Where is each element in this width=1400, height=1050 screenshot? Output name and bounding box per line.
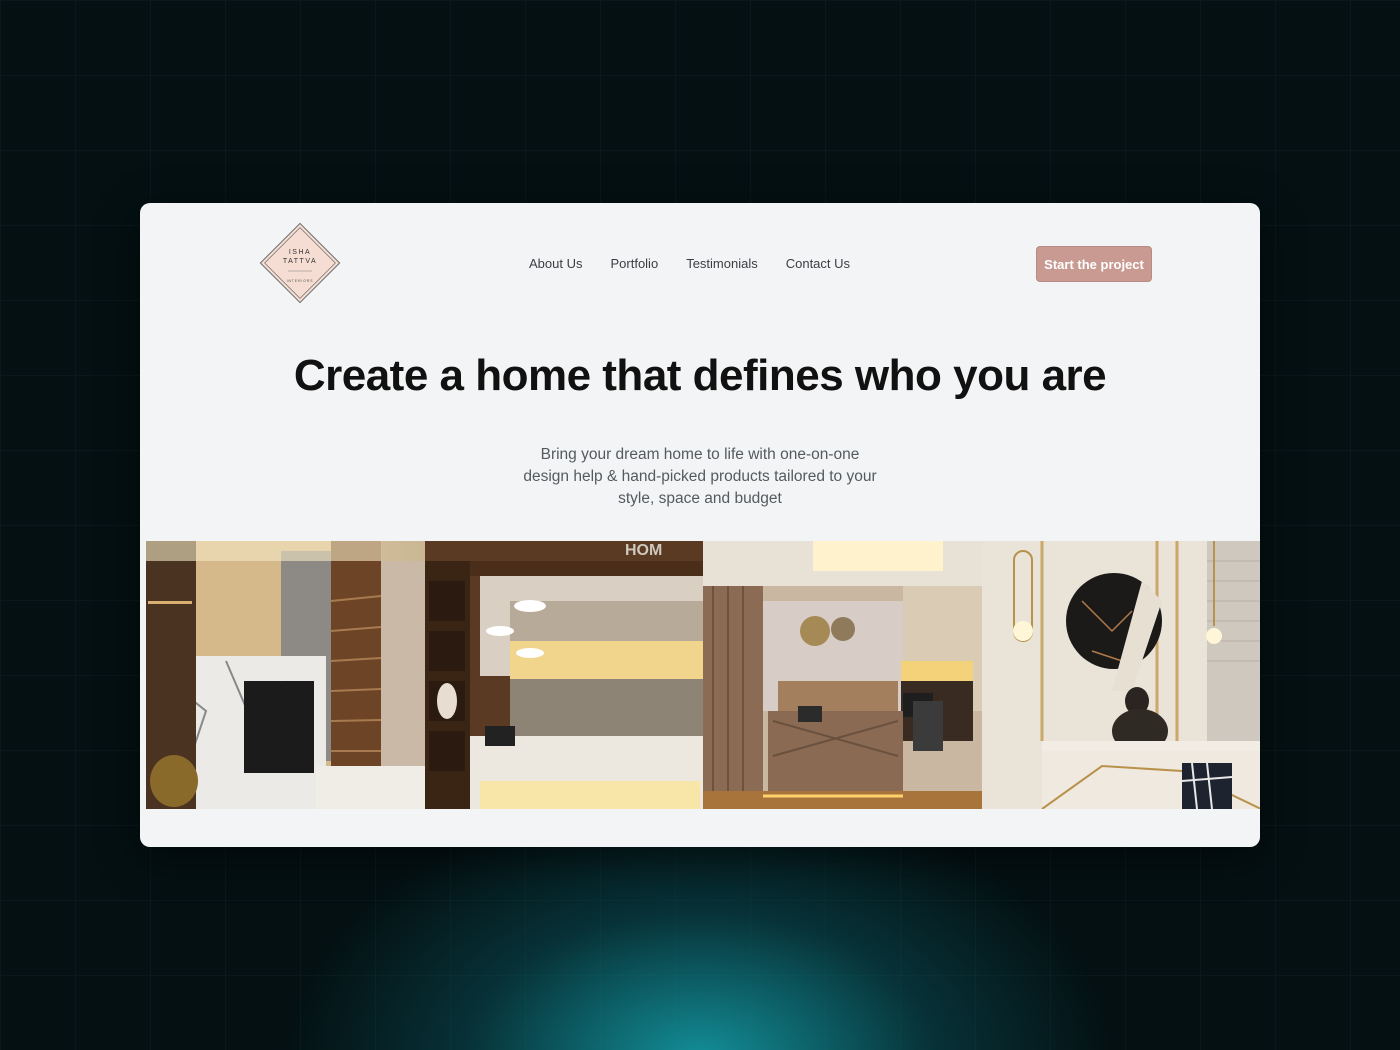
gallery-photo-kitchen[interactable]: HOM bbox=[424, 541, 703, 809]
main-nav: About Us Portfolio Testimonials Contact … bbox=[529, 256, 850, 271]
gallery-photo-bedroom[interactable] bbox=[703, 541, 982, 809]
nav-about-us[interactable]: About Us bbox=[529, 256, 582, 271]
gallery-photo-decor-wall[interactable] bbox=[981, 541, 1260, 809]
interior-gallery: HOM bbox=[146, 541, 1260, 809]
brand-name-line1: ISHA bbox=[289, 249, 311, 256]
nav-portfolio[interactable]: Portfolio bbox=[610, 256, 658, 271]
svg-text:HOM: HOM bbox=[625, 542, 662, 559]
brand-tagline: INTERIORS bbox=[287, 279, 314, 283]
gallery-photo-living-room[interactable] bbox=[146, 541, 425, 809]
start-project-button[interactable]: Start the project bbox=[1036, 246, 1152, 282]
brand-name-line2: TATTVA bbox=[283, 258, 317, 265]
brand-logo[interactable]: ISHA TATTVA INTERIORS bbox=[252, 215, 348, 311]
hero-title: Create a home that defines who you are bbox=[293, 351, 1107, 400]
nav-contact-us[interactable]: Contact Us bbox=[786, 256, 850, 271]
website-preview-card: ISHA TATTVA INTERIORS About Us Portfolio… bbox=[140, 203, 1260, 847]
hero-subtitle: Bring your dream home to life with one-o… bbox=[523, 446, 877, 507]
nav-testimonials[interactable]: Testimonials bbox=[686, 256, 758, 271]
